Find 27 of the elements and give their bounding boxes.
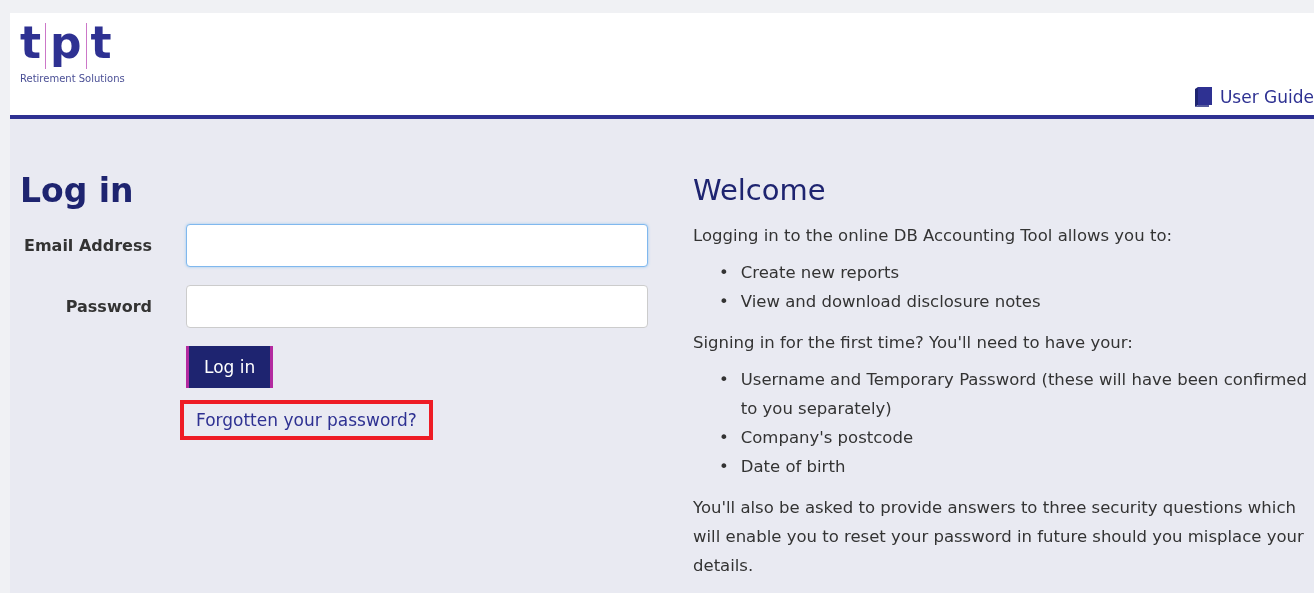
bullet: • (719, 456, 729, 478)
requirement-item: Date of birth (740, 456, 846, 478)
login-title: Log in (20, 171, 135, 210)
bullet: • (719, 369, 729, 391)
login-button[interactable]: Log in (186, 346, 274, 388)
bullet: • (719, 262, 729, 284)
field-label: Password (64, 297, 152, 316)
requirement-item: Company's postcode (740, 427, 914, 449)
input-field[interactable] (186, 285, 648, 328)
forgot-password-link[interactable]: Forgotten your password? (180, 400, 433, 440)
intro-text: Logging in to the online DB Accounting Tool allows you to: (693, 225, 1174, 247)
requirement-item: Username and Temporary Password (these will have been confirmed to you separately) (740, 369, 1308, 420)
logo-letter: p (50, 19, 82, 67)
field-label: Email Address (23, 236, 152, 255)
logo-tagline: Retirement Solutions (20, 73, 126, 84)
bullet: • (719, 427, 729, 449)
security-text: You'll also be asked to provide answers to three security questions which will enable you to reset your password in future should you misplace your details. (693, 497, 1305, 577)
bullet: • (719, 291, 729, 313)
book-icon (1194, 87, 1212, 107)
feature-item: Create new reports (740, 262, 900, 284)
user-guide-link[interactable]: User Guide (1194, 87, 1314, 107)
logo-letter: t (20, 19, 42, 67)
feature-item: View and download disclosure notes (740, 291, 1041, 313)
welcome-title: Welcome (693, 173, 827, 207)
logo-letter: t (90, 19, 112, 67)
input-field[interactable] (186, 224, 648, 267)
first-time-text: Signing in for the first time? You'll need to have your: (693, 332, 1134, 354)
